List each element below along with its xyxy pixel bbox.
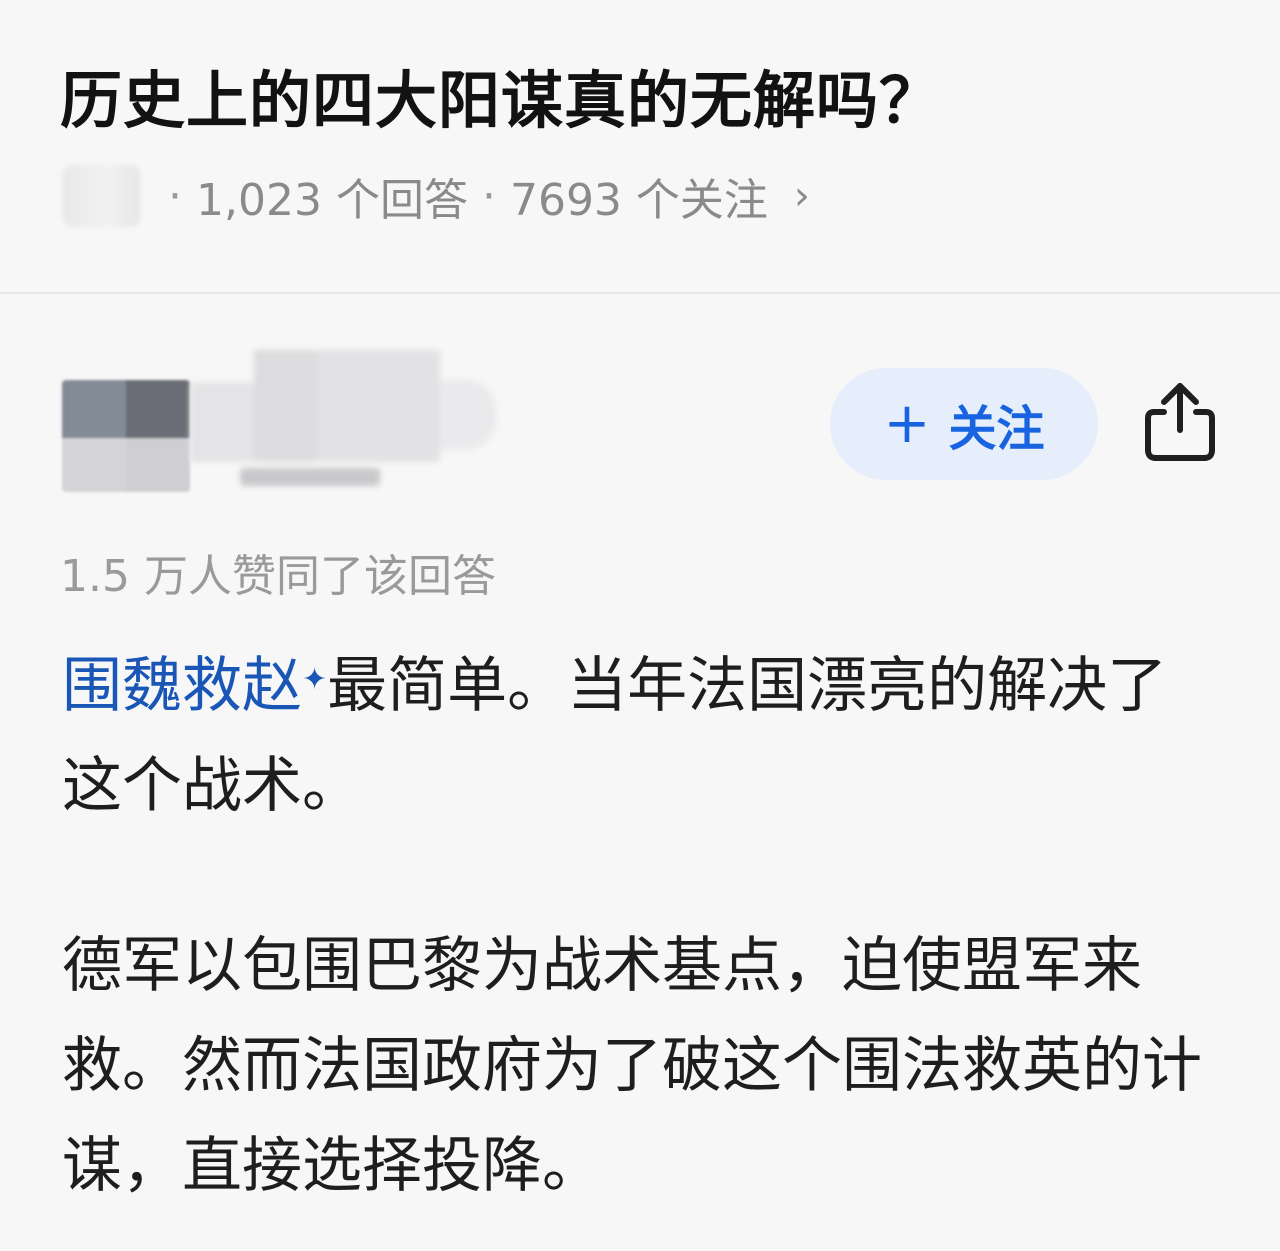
sparkle-icon: ✦ — [302, 662, 328, 697]
meta-separator: · — [168, 170, 182, 222]
follower-count: 7693 个关注 — [509, 175, 768, 226]
avatar[interactable] — [62, 380, 190, 492]
section-divider — [0, 292, 1280, 294]
plus-icon: + — [883, 391, 931, 456]
topic-link-text: 围魏救赵 — [62, 651, 302, 721]
follow-label: 关注 — [948, 401, 1045, 457]
answer-paragraph: 德军以包围巴黎为战术基点，迫使盟军来救。然而法国政府为了破这个围法救英的计谋，直… — [62, 931, 1202, 1201]
question-title[interactable]: 历史上的四大阳谋真的无解吗？ — [60, 50, 942, 140]
question-header: 历史上的四大阳谋真的无解吗？ · 1,023 个回答 · 7693 个关注 › — [0, 0, 1280, 292]
follow-button[interactable]: + 关注 — [830, 368, 1098, 480]
answer-body: 围魏救赵✦最简单。当年法国漂亮的解决了这个战术。 德军以包围巴黎为战术基点，迫使… — [62, 636, 1222, 1216]
topic-link[interactable]: 围魏救赵✦ — [62, 651, 327, 721]
author-name-blurred[interactable] — [190, 350, 496, 490]
answer-count: 1,023 个回答 — [196, 175, 468, 226]
question-meta[interactable]: · 1,023 个回答 · 7693 个关注 › — [62, 165, 810, 227]
vote-count: 1.5 万人赞同了该回答 — [60, 551, 496, 602]
share-button[interactable] — [1140, 380, 1220, 464]
meta-separator: · — [481, 170, 496, 222]
share-icon — [1145, 383, 1215, 461]
chevron-right-icon: › — [793, 173, 810, 219]
answer-paragraph: 围魏救赵✦最简单。当年法国漂亮的解决了这个战术。 — [62, 636, 1222, 836]
blurred-topic-tag — [62, 165, 140, 227]
